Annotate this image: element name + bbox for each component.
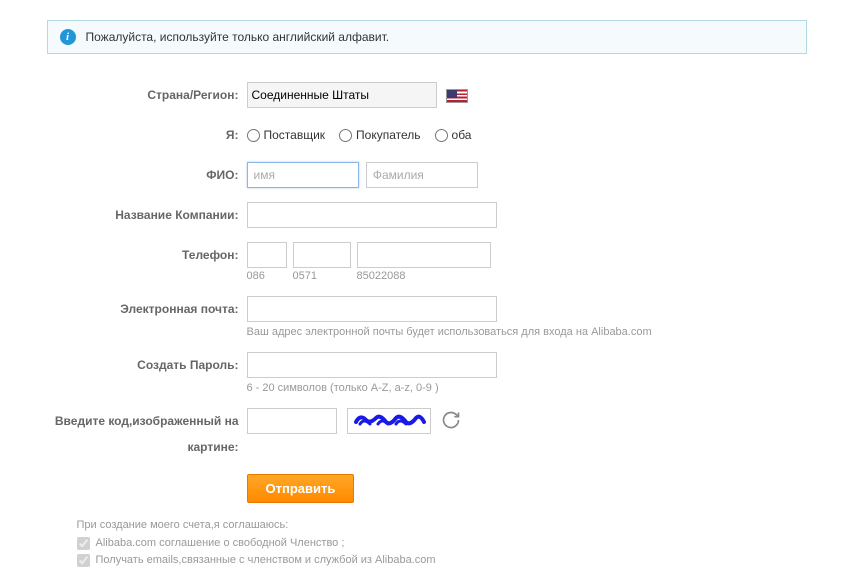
info-banner: i Пожалуйста, используйте только английс…: [47, 20, 807, 54]
flag-icon: [446, 89, 468, 103]
radio-buyer[interactable]: Покупатель: [339, 122, 420, 148]
label-phone: Телефон:: [47, 242, 247, 268]
company-input[interactable]: [247, 202, 497, 228]
agree-checkbox-1[interactable]: [77, 537, 90, 550]
country-select[interactable]: Соединенные Штаты: [247, 82, 437, 108]
radio-supplier-input[interactable]: [247, 129, 260, 142]
refresh-captcha-icon[interactable]: [441, 410, 461, 433]
radio-both[interactable]: оба: [435, 122, 472, 148]
label-captcha: Введите код,изображенный на картине:: [47, 408, 247, 460]
phone-cc-hint: 086: [247, 270, 287, 282]
phone-num-hint: 85022088: [357, 270, 491, 282]
label-password: Создать Пароль:: [47, 352, 247, 378]
radio-supplier[interactable]: Поставщик: [247, 122, 326, 148]
agree-checkbox-2[interactable]: [77, 554, 90, 567]
label-email: Электронная почта:: [47, 296, 247, 322]
email-hint: Ваш адрес электронной почты будет исполь…: [247, 326, 807, 338]
last-name-input[interactable]: [366, 162, 478, 188]
info-icon: i: [60, 29, 76, 45]
label-iam: Я:: [47, 122, 247, 148]
captcha-image: [347, 408, 431, 434]
captcha-input[interactable]: [247, 408, 337, 434]
email-input[interactable]: [247, 296, 497, 322]
phone-area-code-input[interactable]: [293, 242, 351, 268]
password-input[interactable]: [247, 352, 497, 378]
label-company: Название Компании:: [47, 202, 247, 228]
phone-country-code-input[interactable]: [247, 242, 287, 268]
agree-intro: При создание моего счета,я соглашаюсь:: [77, 517, 807, 535]
submit-button[interactable]: Отправить: [247, 474, 355, 503]
radio-buyer-input[interactable]: [339, 129, 352, 142]
first-name-input[interactable]: [247, 162, 359, 188]
radio-both-input[interactable]: [435, 129, 448, 142]
password-hint: 6 - 20 символов (только A-Z, a-z, 0-9 ): [247, 382, 807, 394]
agree-text-2: Получать emails,связанные с членством и …: [96, 552, 436, 570]
label-country: Страна/Регион:: [47, 82, 247, 108]
label-fullname: ФИО:: [47, 162, 247, 188]
agree-text-1: Alibaba.com соглашение о свободной Членс…: [96, 535, 345, 553]
phone-ac-hint: 0571: [293, 270, 351, 282]
phone-number-input[interactable]: [357, 242, 491, 268]
info-text: Пожалуйста, используйте только английски…: [86, 30, 390, 44]
